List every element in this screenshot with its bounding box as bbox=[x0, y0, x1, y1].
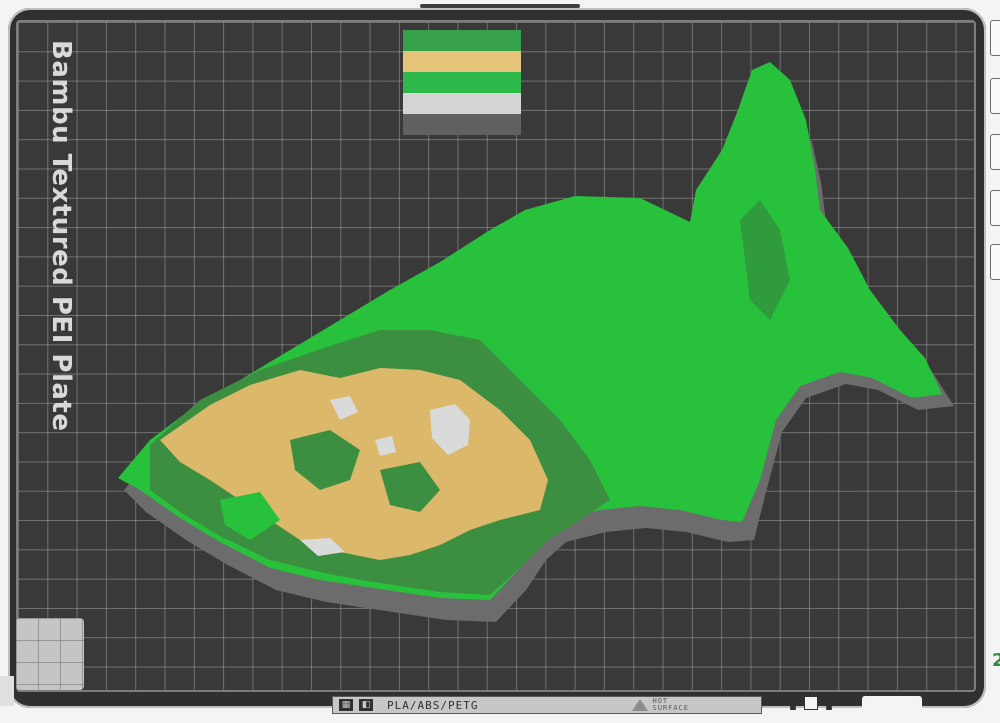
hot-surface-text: HOT SURFACE bbox=[652, 697, 689, 712]
plate-bottom-strip: ▦ ◧ PLA/ABS/PETG HOT SURFACE bbox=[322, 694, 942, 716]
arrange-icon[interactable] bbox=[990, 20, 1000, 56]
hot-surface-warning: HOT SURFACE bbox=[632, 698, 722, 712]
plate-icon: ◧ bbox=[359, 699, 373, 711]
orient-icon[interactable] bbox=[990, 78, 1000, 114]
plate-slot bbox=[862, 696, 922, 712]
upload-icon-2 bbox=[822, 696, 836, 710]
expand-icon[interactable] bbox=[990, 244, 1000, 280]
left-edge-chip bbox=[0, 676, 14, 706]
plate-info-label: ▦ ◧ PLA/ABS/PETG HOT SURFACE bbox=[332, 696, 762, 714]
split-icon[interactable] bbox=[990, 134, 1000, 170]
grid-layout-icon: ▦ bbox=[339, 699, 353, 711]
plate-bottom-icons bbox=[786, 696, 836, 710]
material-compatibility-text: PLA/ABS/PETG bbox=[387, 698, 479, 712]
layer-icon[interactable] bbox=[990, 190, 1000, 226]
square-icon bbox=[804, 696, 818, 710]
upload-icon bbox=[786, 696, 800, 710]
warning-triangle-icon bbox=[632, 699, 649, 711]
edge-number: 2 bbox=[992, 650, 1000, 671]
terrain-model[interactable] bbox=[0, 0, 1000, 723]
